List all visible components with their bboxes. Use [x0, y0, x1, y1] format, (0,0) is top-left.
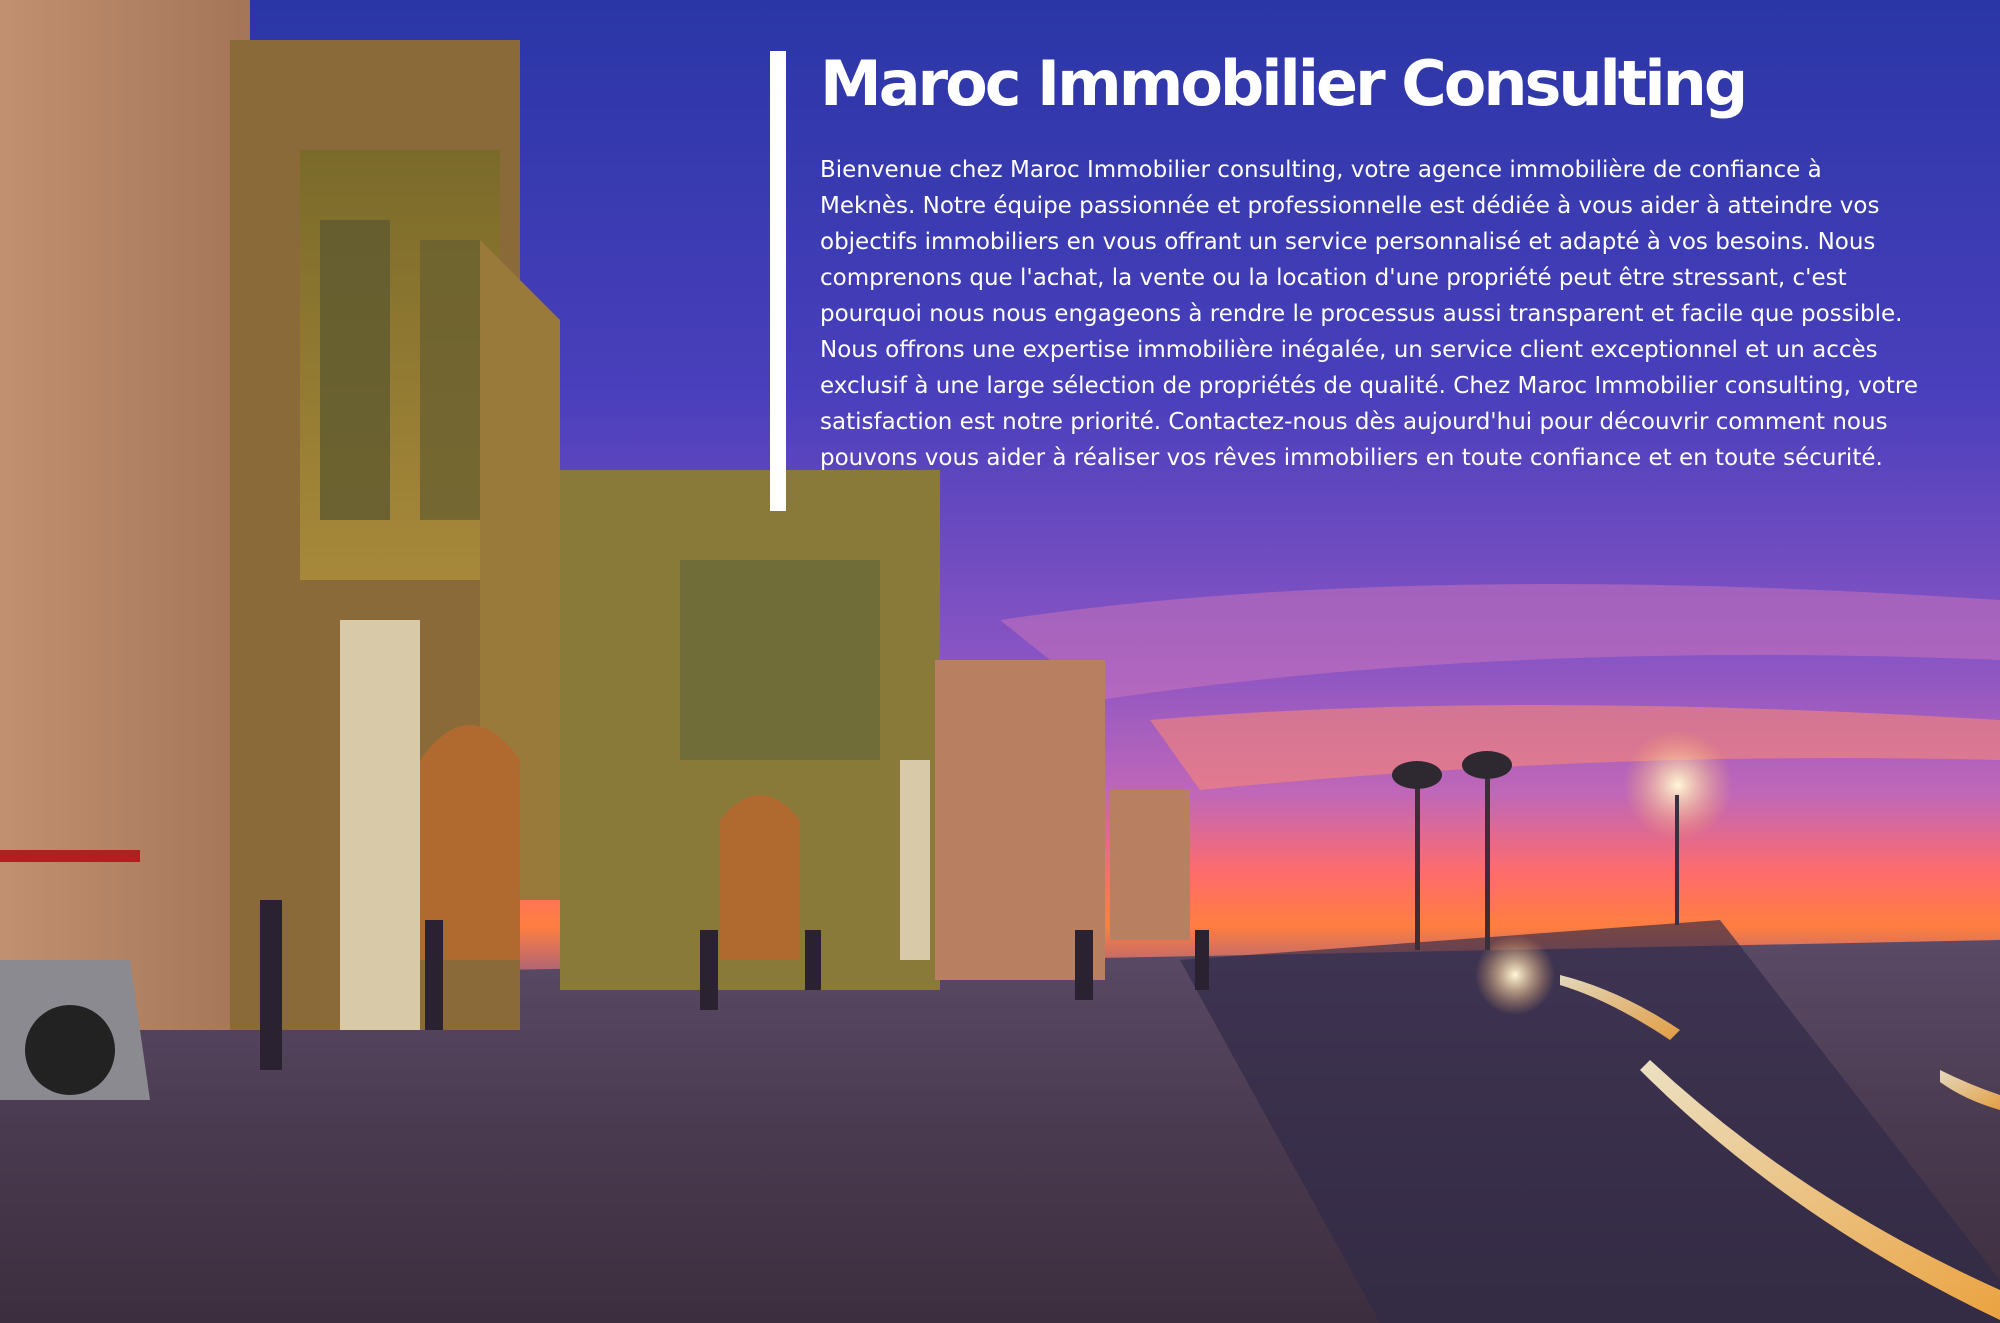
accent-bar — [770, 51, 786, 511]
hero-description: Bienvenue chez Maroc Immobilier consulti… — [820, 157, 1918, 471]
hero-title: Maroc Immobilier Consulting — [820, 47, 1748, 120]
hero-text-block: Maroc Immobilier Consulting Bienvenue ch… — [770, 48, 1920, 513]
